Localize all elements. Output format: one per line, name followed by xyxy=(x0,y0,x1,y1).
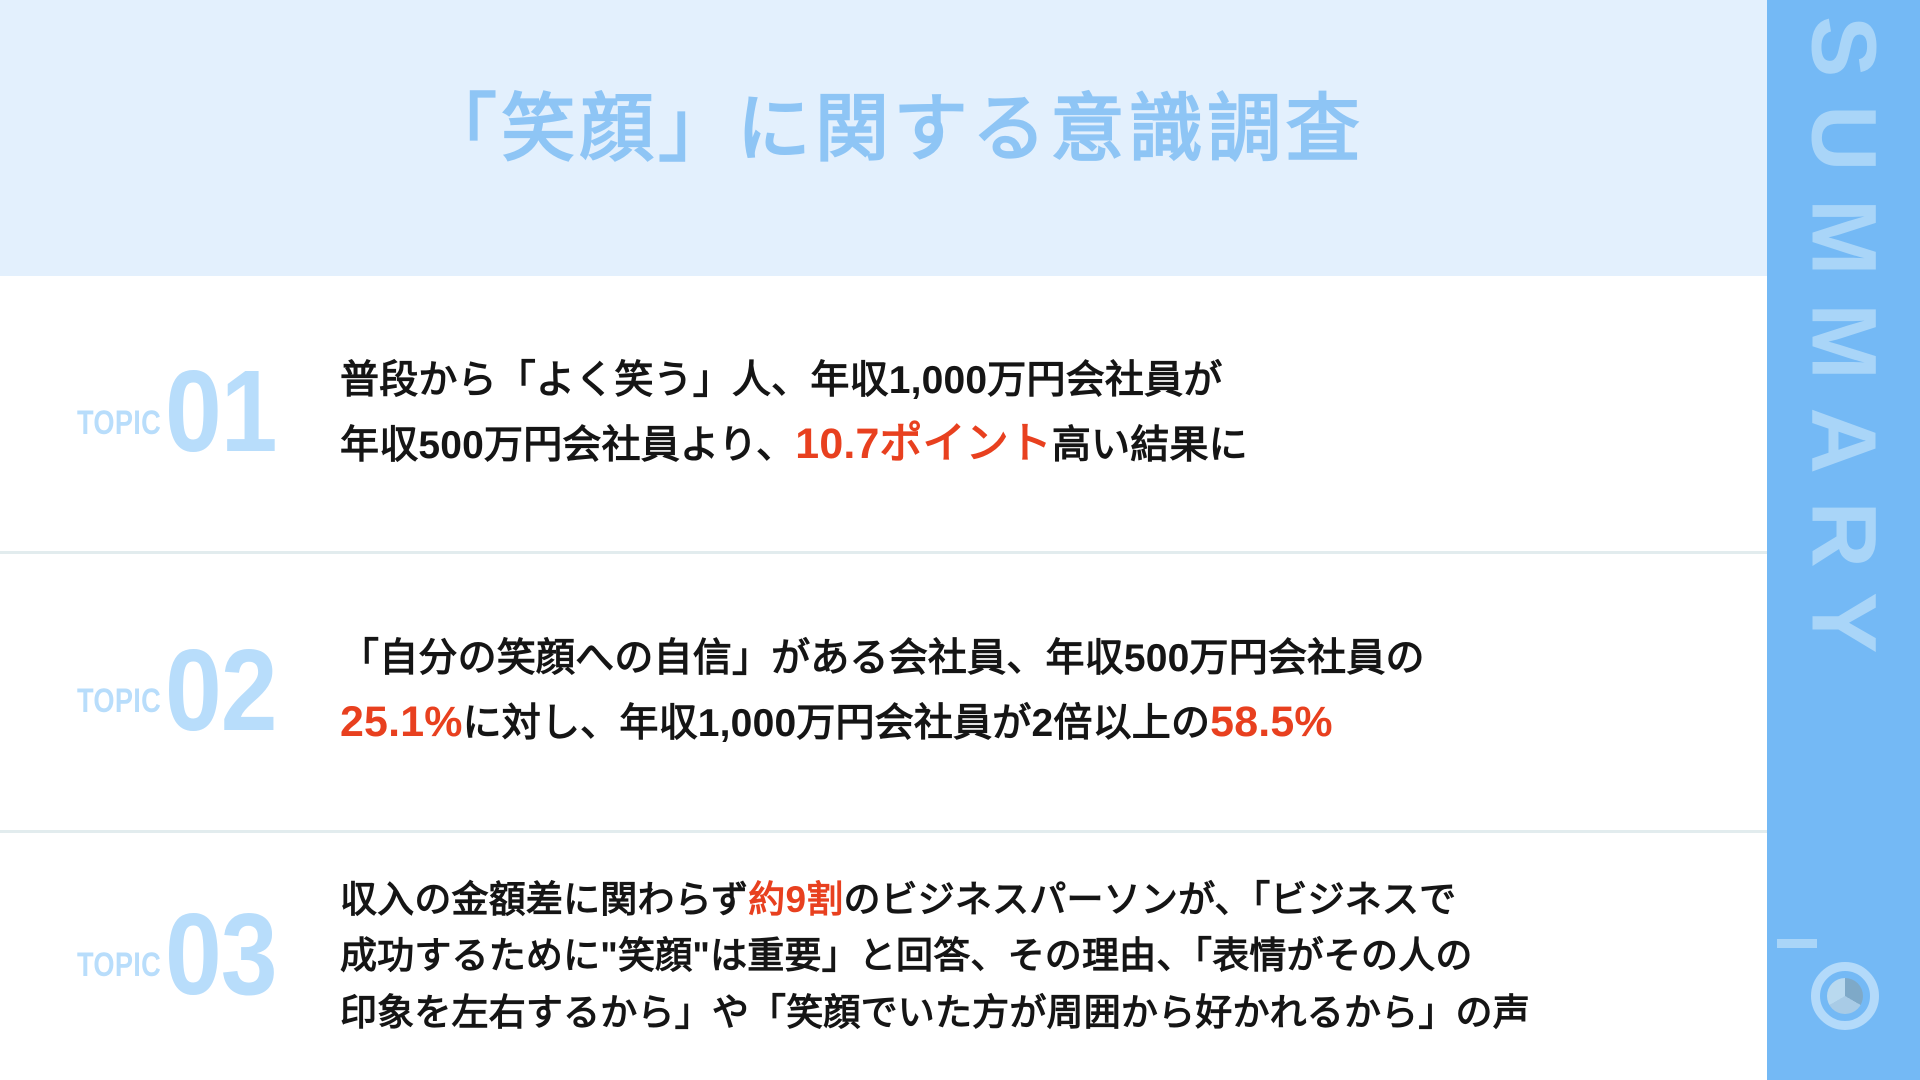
topic-row: TOPIC 02 「自分の笑顔への自信」がある会社員、年収500万円会社員の 25… xyxy=(0,554,1767,831)
text-run: 成功するために"笑顔"は重要」と回答、その理由、「表情がその人の xyxy=(340,935,1473,977)
text-run: 「自分の笑顔への自信」がある会社員、年収500万円会社員の xyxy=(340,637,1425,681)
summary-slide: 「笑顔」に関する意識調査 TOPIC 01 普段から「よく笑う」人、年収1,00… xyxy=(0,0,1920,1080)
topic-text-01: 普段から「よく笑う」人、年収1,000万円会社員が 年収500万円会社員より、10… xyxy=(340,351,1767,478)
topics-container: TOPIC 01 普段から「よく笑う」人、年収1,000万円会社員が 年収500万… xyxy=(0,276,1767,1080)
topic-text-line: 25.1%に対し、年収1,000万円会社員が2倍以上の58.5% xyxy=(340,689,1767,756)
topic-text-line: 普段から「よく笑う」人、年収1,000万円会社員が xyxy=(340,351,1767,411)
topic-text-line: 収入の金額差に関わらず約9割のビジネスパーソンが、「ビジネスで xyxy=(340,872,1767,928)
sidebar-summary-label: SUMMARY xyxy=(1792,16,1895,682)
topic-word-label: TOPIC xyxy=(77,946,162,985)
topic-word-label: TOPIC xyxy=(77,403,162,442)
topic-text-line: 成功するために"笑顔"は重要」と回答、その理由、「表情がその人の xyxy=(340,928,1767,984)
text-run: 高い結果に xyxy=(1051,423,1248,467)
header-band: 「笑顔」に関する意識調査 xyxy=(0,0,1767,276)
text-run: 年収500万円会社員より、 xyxy=(340,423,796,467)
topic-number-label: 03 xyxy=(165,888,278,1019)
topic-text-line: 印象を左右するから」や「笑顔でいた方が周囲から好かれるから」の声 xyxy=(340,985,1767,1041)
topic-text-line: 年収500万円会社員より、10.7ポイント高い結果に xyxy=(340,411,1767,478)
topic-badge-03: TOPIC 03 xyxy=(0,888,340,1019)
sidebar-label-wrapper: SUMMARY xyxy=(1767,0,1920,1012)
topic-row: TOPIC 03 収入の金額差に関わらず約9割のビジネスパーソンが、「ビジネスで… xyxy=(0,833,1767,1080)
highlight-run: 10.7ポイント xyxy=(795,419,1052,468)
pie-icon-disc xyxy=(1827,978,1863,1014)
pie-chart-circle-icon xyxy=(1777,939,1879,1030)
text-run: のビジネスパーソンが、「ビジネスで xyxy=(843,879,1457,921)
summary-sidebar: SUMMARY xyxy=(1767,0,1920,1080)
topic-number-label: 01 xyxy=(165,346,278,477)
topic-row: TOPIC 01 普段から「よく笑う」人、年収1,000万円会社員が 年収500万… xyxy=(0,276,1767,552)
text-run: 普段から「よく笑う」人、年収1,000万円会社員が xyxy=(340,358,1223,402)
topic-text-02: 「自分の笑顔への自信」がある会社員、年収500万円会社員の 25.1%に対し、年収… xyxy=(340,629,1767,756)
pie-icon-stem xyxy=(1777,939,1817,948)
topic-number-label: 02 xyxy=(165,624,278,755)
highlight-run: 約9割 xyxy=(748,879,844,921)
topic-badge-01: TOPIC 01 xyxy=(0,346,340,477)
topic-badge-02: TOPIC 02 xyxy=(0,624,340,755)
topic-word-label: TOPIC xyxy=(77,682,162,721)
highlight-run: 58.5% xyxy=(1210,698,1333,747)
text-run: 印象を左右するから」や「笑顔でいた方が周囲から好かれるから」の声 xyxy=(340,991,1530,1033)
text-run: に対し、年収1,000万円会社員が2倍以上の xyxy=(462,702,1211,746)
page-title: 「笑顔」に関する意識調査 xyxy=(422,87,1365,170)
topic-text-line: 「自分の笑顔への自信」がある会社員、年収500万円会社員の xyxy=(340,629,1767,689)
highlight-run: 25.1% xyxy=(340,698,463,747)
topic-text-03: 収入の金額差に関わらず約9割のビジネスパーソンが、「ビジネスで成功するために"笑… xyxy=(340,872,1767,1041)
text-run: 収入の金額差に関わらず xyxy=(340,879,749,921)
